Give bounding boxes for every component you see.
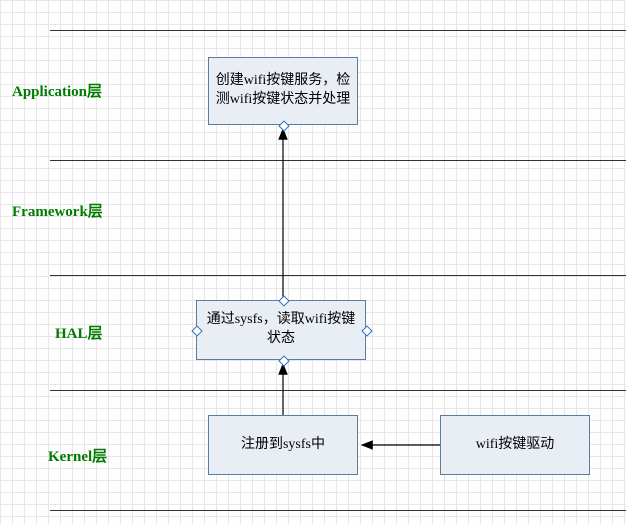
node-app-service: 创建wifi按键服务，检测wifi按键状态并处理 — [208, 57, 358, 125]
section-line — [50, 275, 626, 276]
node-sysfs-register: 注册到sysfs中 — [208, 415, 358, 475]
section-line — [50, 510, 626, 511]
node-hal-read: 通过sysfs，读取wifi按键状态 — [196, 300, 366, 360]
section-line — [50, 390, 626, 391]
layer-label-application: Application层 — [12, 80, 102, 101]
section-line — [50, 30, 626, 31]
layer-label-hal: HAL层 — [55, 322, 103, 343]
node-wifi-driver: wifi按键驱动 — [440, 415, 590, 475]
layer-label-kernel: Kernel层 — [48, 445, 107, 466]
layer-label-framework: Framework层 — [12, 200, 103, 221]
section-line — [50, 160, 626, 161]
